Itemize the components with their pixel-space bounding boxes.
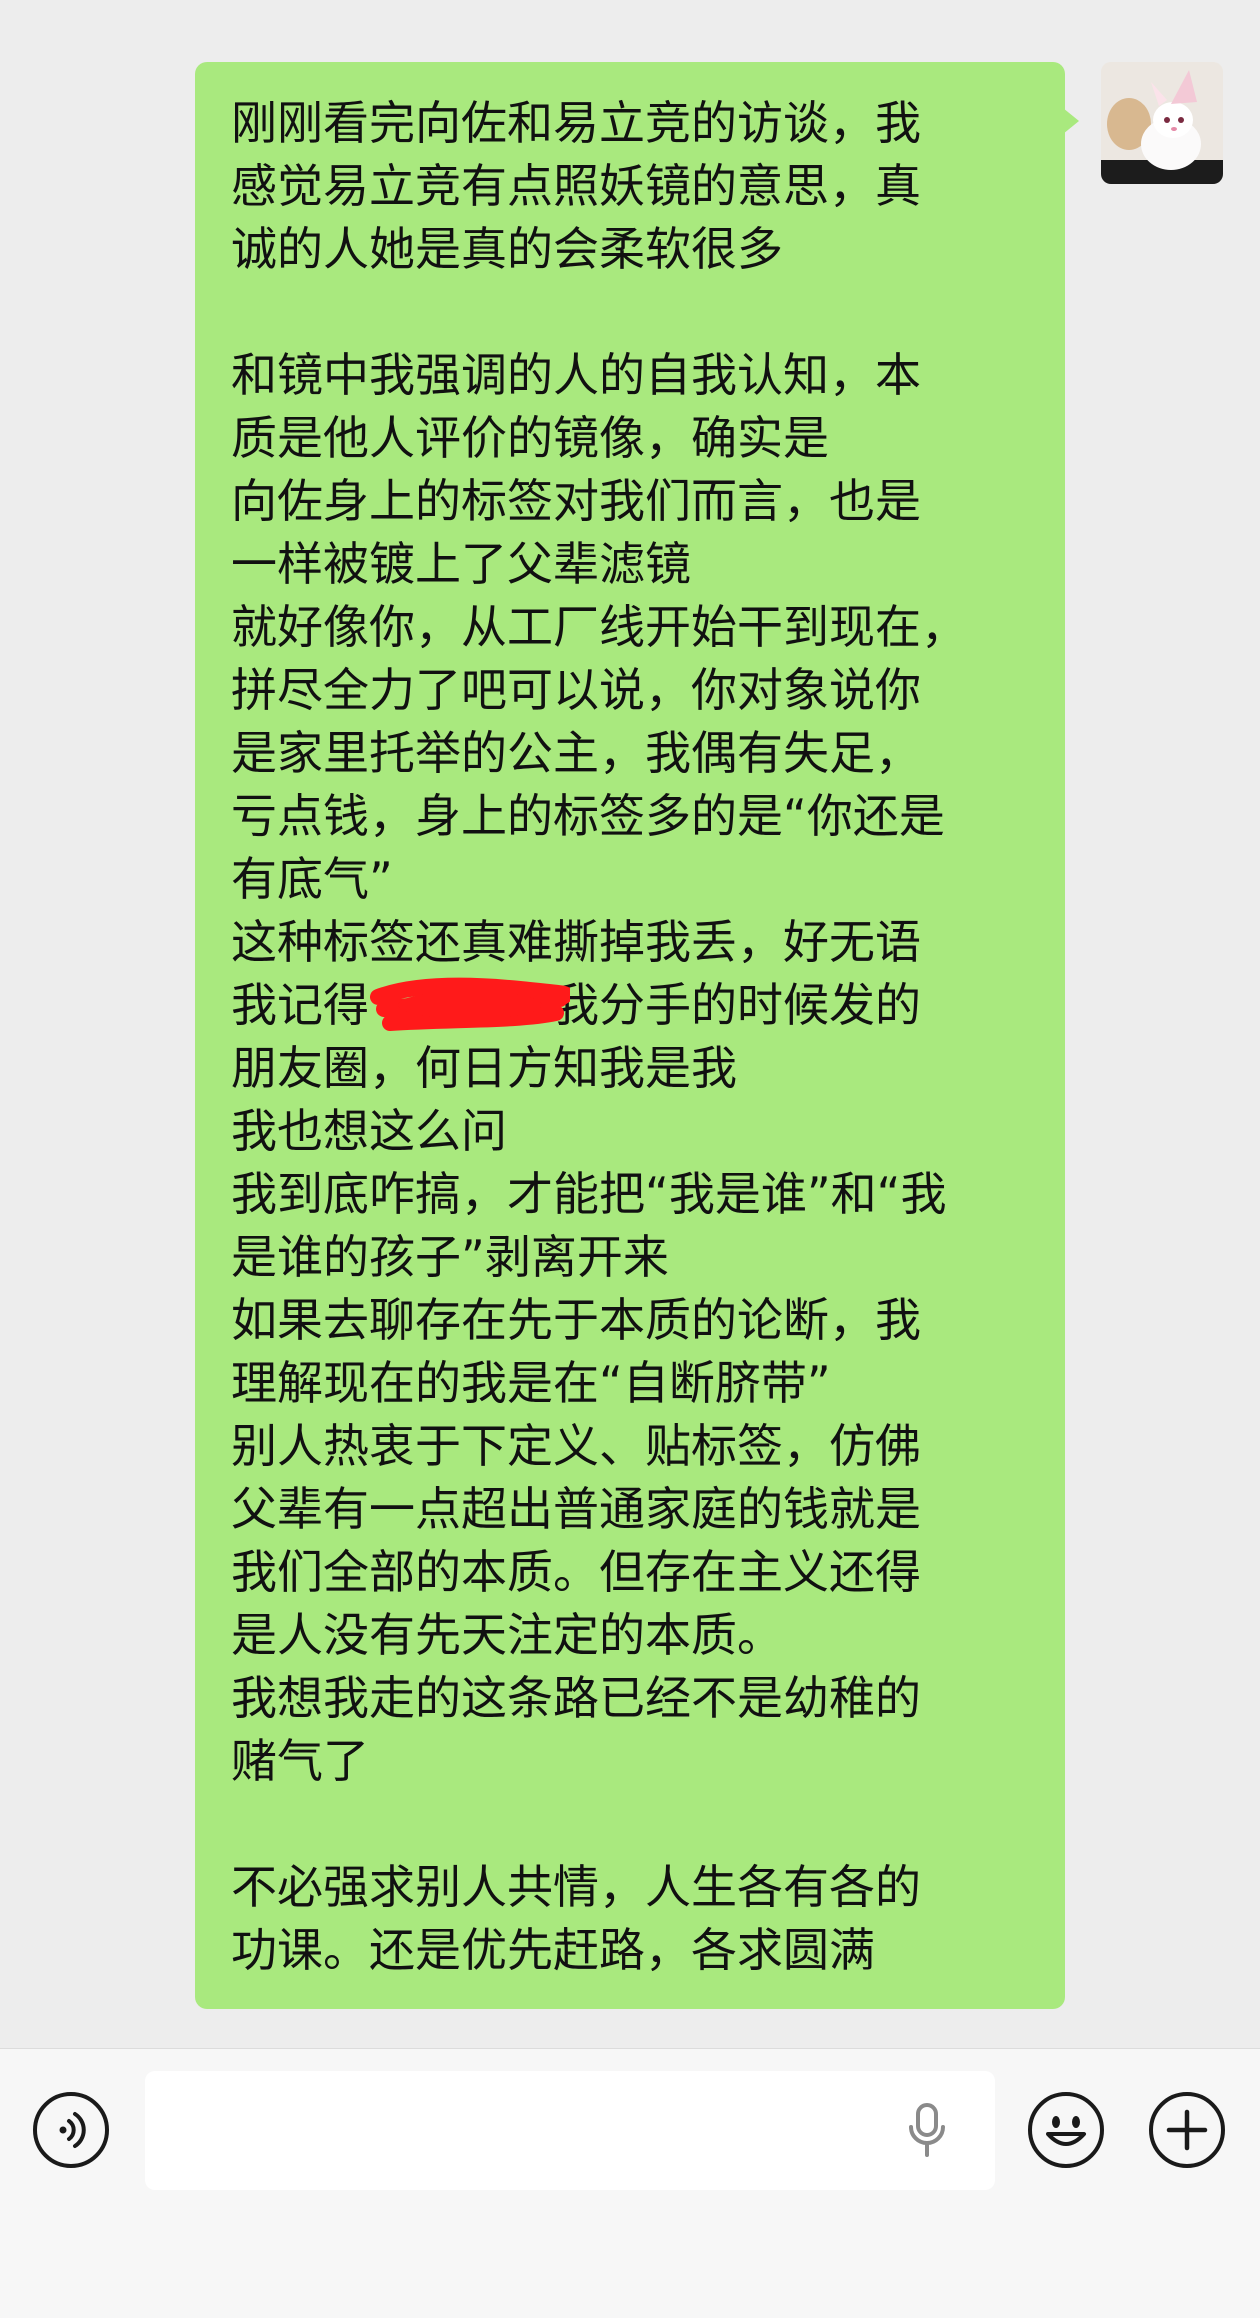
message-line: 别人热衷于下定义、贴标签，仿佛 [231,1419,921,1473]
message-line: 质是他人评价的镜像，确实是 [231,411,829,465]
message-line: 是家里托举的公主，我偶有失足， [231,726,921,780]
plus-button[interactable] [1149,2092,1225,2168]
message-line: 功课。还是优先赶路，各求圆满 [231,1923,875,1977]
bunny-avatar-icon [1101,62,1223,184]
message-line: 刚刚看完向佐和易立竞的访谈，我 [231,96,921,150]
message-line: 是人没有先天注定的本质。 [231,1608,783,1662]
message-line: 不必强求别人共情，人生各有各的 [231,1860,921,1914]
plus-icon [1166,2109,1208,2151]
message-line: 赌气了 [231,1734,369,1788]
message-line: 我到底咋搞，才能把“我是谁”和“我 [231,1167,947,1221]
message-line: 如果去聊存在先于本质的论断，我 [231,1293,921,1347]
message-line: 亏点钱，身上的标签多的是“你还是 [231,789,945,843]
message-line: 诚的人她是真的会柔软很多 [231,222,783,276]
message-line: 朋友圈，何日方知我是我 [231,1041,737,1095]
message-line: 这种标签还真难撕掉我丢，好无语 [231,915,921,969]
redaction-scribble [370,977,570,1031]
message-line [231,281,1029,344]
message-line: 有底气” [231,852,393,906]
message-line: 我们全部的本质。但存在主义还得 [231,1545,921,1599]
message-line: 理解现在的我是在“自断脐带” [231,1356,831,1410]
message-line: 我记得 和我分手的时候发的 [231,978,921,1032]
emoji-button[interactable] [1028,2092,1104,2168]
message-line [231,1793,1029,1856]
message-line: 我也想这么问 [231,1104,507,1158]
message-line: 拼尽全力了吧可以说，你对象说你 [231,663,921,717]
message-line: 我想我走的这条路已经不是幼稚的 [231,1671,921,1725]
message-line: 一样被镀上了父辈滤镜 [231,537,691,591]
emoji-icon [1046,2116,1086,2146]
message-line: 父辈有一点超出普通家庭的钱就是 [231,1482,921,1536]
message-line: 是谁的孩子”剥离开来 [231,1230,669,1284]
message-line: 和镜中我强调的人的自我认知，本 [231,348,921,402]
chat-area: 刚刚看完向佐和易立竞的访谈，我 感觉易立竞有点照妖镜的意思，真 诚的人她是真的会… [0,0,1260,2048]
microphone-icon[interactable] [905,2103,949,2159]
input-bar [0,2048,1260,2318]
voice-mode-button[interactable] [33,2092,109,2168]
avatar[interactable] [1101,62,1223,184]
bubble-tail [1063,108,1079,134]
message-line: 感觉易立竞有点照妖镜的意思，真 [231,159,921,213]
voice-mode-icon [59,2112,86,2148]
message-input[interactable] [145,2071,995,2190]
message-line: 向佐身上的标签对我们而言，也是 [231,474,921,528]
message-bubble[interactable]: 刚刚看完向佐和易立竞的访谈，我 感觉易立竞有点照妖镜的意思，真 诚的人她是真的会… [195,62,1065,2009]
message-line: 就好像你，从工厂线开始干到现在， [231,600,967,654]
